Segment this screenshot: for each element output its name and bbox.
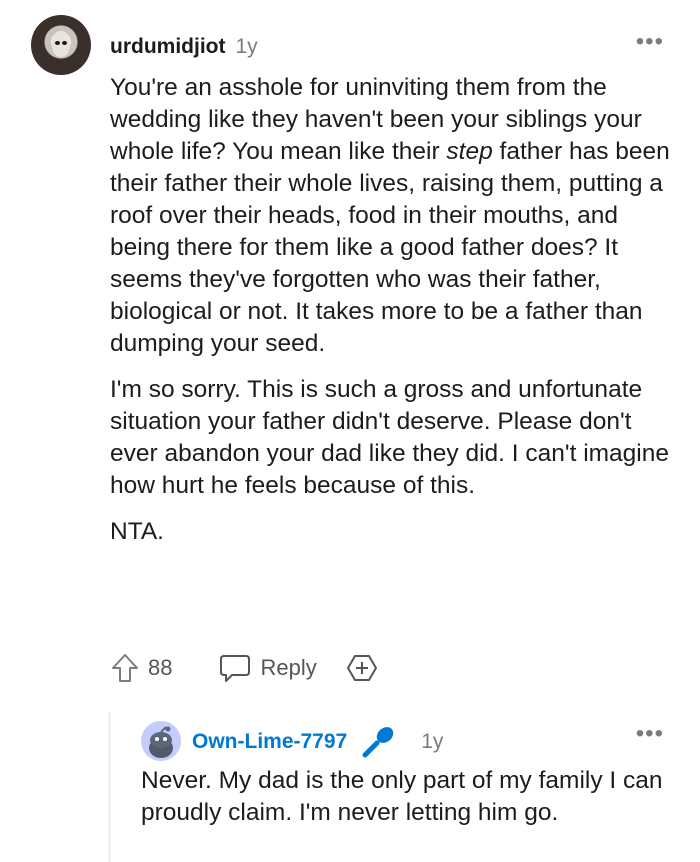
comment-more-options-button[interactable]: ••• (636, 28, 664, 56)
comment-paragraph-2: I'm so sorry. This is such a gross and u… (110, 376, 670, 499)
reply-age: 1y (421, 730, 444, 753)
reply-button[interactable]: Reply (218, 652, 317, 684)
snoo-avatar-icon (141, 721, 181, 761)
reply-more-options-button[interactable]: ••• (636, 720, 664, 748)
comment-body: You're an asshole for uninviting them fr… (110, 72, 670, 578)
comment-paragraph-1-text: You're an asshole for uninviting them fr… (110, 74, 670, 357)
award-button[interactable] (345, 652, 379, 684)
comment-paragraph-3: NTA. (110, 518, 164, 545)
comment-actions-bar: 88 Reply (110, 648, 379, 688)
upvote-icon (112, 654, 138, 682)
comment-paragraph-1: You're an asshole for uninviting them fr… (110, 72, 670, 360)
reply-header: Own-Lime-7797 1y (192, 727, 444, 758)
comment-emphasis: step (446, 138, 493, 165)
award-plus-icon (346, 655, 377, 681)
comment-age: 1y (235, 35, 258, 58)
reply-username[interactable]: Own-Lime-7797 (192, 730, 347, 754)
comment-bubble-icon (220, 655, 251, 682)
thread-line[interactable] (108, 712, 111, 862)
reply-text: Never. My dad is the only part of my fam… (141, 767, 663, 826)
avatar-eye-left (55, 41, 60, 45)
user-avatar[interactable] (31, 15, 91, 75)
comment-username[interactable]: urdumidjiot (110, 35, 225, 59)
comment-header: urdumidjiot 1y (110, 33, 258, 61)
vote-score: 88 (148, 655, 173, 680)
upvote-button[interactable]: 88 (110, 652, 172, 684)
reply-label: Reply (260, 655, 317, 680)
microphone-flair-icon (362, 727, 394, 758)
reply-avatar[interactable] (141, 721, 181, 761)
avatar-eye-right (62, 41, 67, 45)
reply-body: Never. My dad is the only part of my fam… (141, 765, 676, 829)
